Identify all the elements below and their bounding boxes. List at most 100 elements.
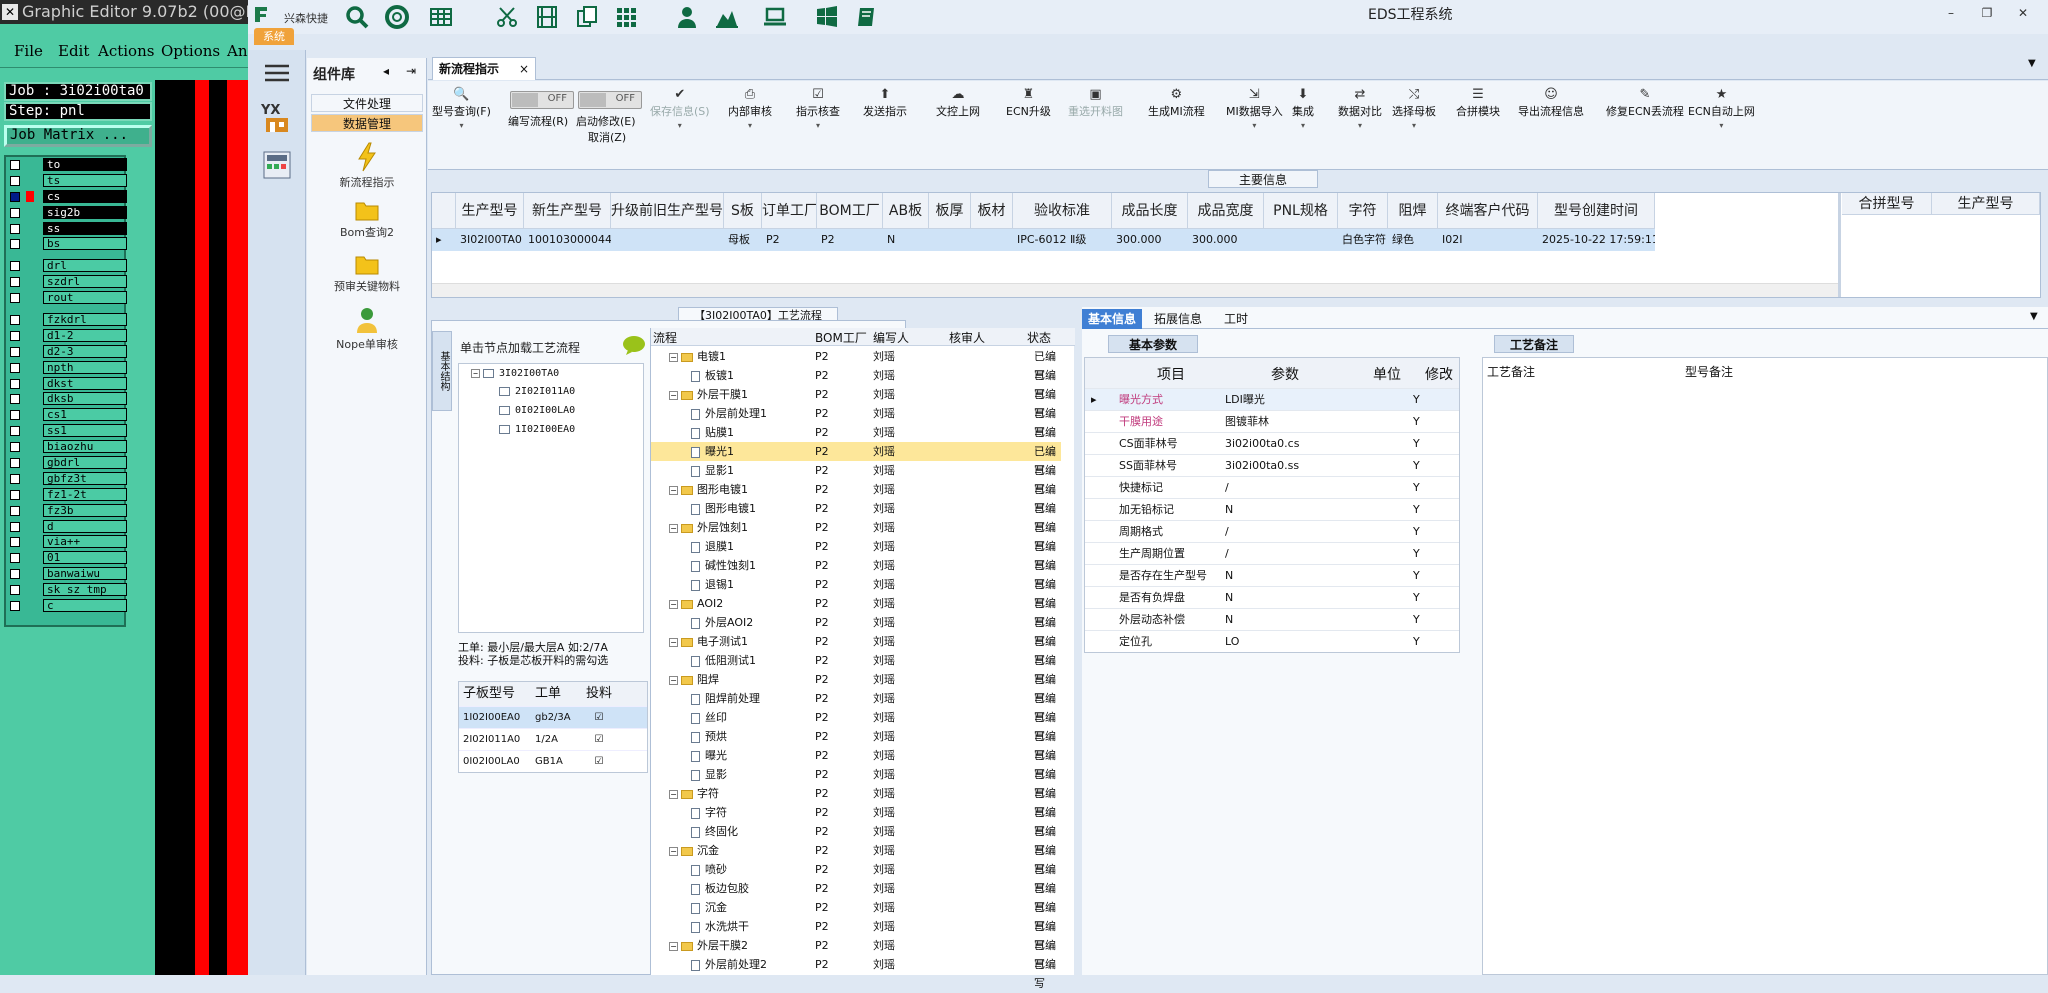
layer-name[interactable]: d (43, 519, 127, 533)
layer-checkbox[interactable] (10, 442, 20, 453)
layer-checkbox[interactable] (10, 426, 20, 437)
menu-analysis[interactable]: An (227, 42, 248, 60)
param-value[interactable]: 3i02i00ta0.cs (1225, 433, 1299, 455)
grid-cell[interactable]: 母板 (724, 229, 762, 251)
layer-checkbox[interactable] (10, 585, 20, 596)
layer-row[interactable]: via++ (6, 534, 127, 550)
menu-edit[interactable]: Edit (58, 42, 89, 60)
tab-data-management[interactable]: 数据管理 (311, 114, 423, 132)
column-header[interactable]: BOM工厂 (817, 193, 883, 229)
layer-name[interactable]: fz3b (43, 503, 127, 517)
tree-child[interactable]: 1I02I00EA0 (499, 424, 575, 435)
chevron-down-icon[interactable]: ▼ (2028, 58, 2036, 69)
yx-module-icon[interactable]: YX (260, 100, 294, 134)
job-matrix-button[interactable]: Job Matrix ... (4, 125, 152, 147)
flow-row[interactable]: − 图形电镀1 P2 刘瑶 已编写 (651, 480, 1061, 515)
grid-splitter[interactable] (1838, 193, 1841, 297)
column-header[interactable]: PNL规格 (1264, 193, 1338, 229)
layer-checkbox[interactable] (10, 553, 20, 564)
layer-name[interactable]: to (43, 158, 127, 171)
grid-cell[interactable]: 10010300004416 (524, 229, 611, 251)
param-row[interactable]: 定位孔 LO Y (1085, 630, 1459, 652)
layer-checkbox[interactable] (10, 315, 20, 326)
layer-name[interactable]: dksb (43, 392, 127, 406)
flow-row[interactable]: 曝光 P2 刘瑶 已编写 (651, 746, 1061, 781)
ribbon-button[interactable]: ⇄ 数据对比 ▾ (1338, 87, 1382, 130)
layer-row[interactable]: ts (6, 173, 127, 189)
layer-name[interactable]: d2-3 (43, 344, 127, 358)
layer-name[interactable]: ts (43, 173, 127, 187)
layer-name[interactable]: ss1 (43, 424, 127, 438)
layer-name[interactable]: szdrl (43, 275, 127, 289)
dropdown-arrow-icon[interactable]: ▾ (1292, 121, 1314, 130)
layer-checkbox[interactable] (10, 473, 20, 484)
layer-checkbox[interactable] (10, 160, 20, 170)
ribbon-button[interactable]: ⎙ 内部审核 ▾ (728, 87, 772, 130)
layer-name[interactable]: banwaiwu (43, 567, 127, 581)
column-header[interactable]: 订单工厂 (762, 193, 817, 229)
layer-checkbox[interactable] (10, 293, 20, 304)
layer-row[interactable]: fzkdrl (6, 312, 127, 328)
layer-checkbox[interactable] (10, 458, 20, 469)
param-value[interactable]: 图镀菲林 (1225, 411, 1269, 433)
layer-row[interactable]: dkst (6, 376, 127, 392)
menu-options[interactable]: Options (161, 42, 220, 60)
horizontal-scrollbar[interactable] (432, 283, 1840, 297)
menu-actions[interactable]: Actions (98, 42, 154, 60)
copy-icon[interactable] (574, 4, 600, 30)
layer-checkbox[interactable] (10, 223, 20, 234)
param-value[interactable]: N (1225, 609, 1233, 631)
flow-row[interactable]: 外层前处理1 P2 刘瑶 已编写 (651, 404, 1061, 439)
layer-name[interactable]: fz1-2t (43, 487, 127, 501)
flow-row[interactable]: 碱性蚀刻1 P2 刘瑶 已编写 (651, 556, 1061, 591)
grid-cell[interactable] (611, 229, 724, 251)
ribbon-button[interactable]: ⚙ 生成MI流程 (1148, 87, 1205, 119)
param-value[interactable]: LO (1225, 631, 1239, 653)
book-icon[interactable] (854, 4, 880, 30)
windows-icon[interactable] (814, 4, 840, 30)
grid-cell[interactable]: 300.000 (1188, 229, 1264, 251)
search-icon[interactable] (344, 4, 370, 30)
ribbon-button[interactable]: ♜ ECN升级 (1006, 87, 1051, 119)
menu-icon[interactable] (265, 64, 289, 82)
grid-cell[interactable]: 绿色 (1388, 229, 1438, 251)
ribbon-button[interactable]: ✔ 保存信息(S) ▾ (650, 87, 710, 130)
ribbon-button[interactable]: ⬆ 发送指示 (863, 87, 907, 119)
layer-row[interactable]: sig2b (6, 205, 127, 221)
layer-row[interactable]: ss (6, 221, 127, 237)
chevron-down-icon[interactable]: ▼ (2030, 311, 2038, 322)
collapse-toggle-icon[interactable]: − (669, 846, 678, 856)
ribbon-button[interactable]: ▣ 重选开料图 (1068, 87, 1123, 119)
system-tab[interactable]: 系统 (254, 28, 294, 45)
param-row[interactable]: ▸ 曝光方式 LDI曝光 Y (1085, 388, 1459, 410)
layer-row[interactable]: biaozhu (6, 439, 127, 455)
minimize-icon[interactable]: – (1940, 6, 1962, 24)
column-header[interactable]: 验收标准 (1013, 193, 1112, 229)
flow-row[interactable]: − 字符 P2 刘瑶 已编写 (651, 784, 1061, 819)
column-header[interactable]: 新生产型号 (524, 193, 611, 229)
grid-cell[interactable]: 2025-10-22 17:59:11 (1538, 229, 1655, 251)
close-icon[interactable]: ✕ (2012, 6, 2034, 24)
layer-checkbox[interactable] (10, 537, 20, 548)
doc-tab-new-flow[interactable]: 新流程指示 × (432, 57, 536, 80)
column-header[interactable]: 字符 (1338, 193, 1388, 229)
collapse-toggle-icon[interactable]: − (669, 941, 678, 951)
collapse-toggle-icon[interactable]: − (669, 485, 678, 495)
collapse-toggle-icon[interactable]: − (669, 352, 678, 362)
param-value[interactable]: N (1225, 565, 1233, 587)
row-selector-icon[interactable]: ▸ (432, 229, 456, 251)
layer-row[interactable]: c (6, 598, 127, 614)
flow-row[interactable]: 贴膜1P2刘瑶已编写 (651, 423, 1061, 458)
tab-extended-info[interactable]: 拓展信息 (1148, 309, 1208, 329)
collapse-toggle-icon[interactable]: − (669, 390, 678, 400)
collapse-toggle-icon[interactable]: − (669, 599, 678, 609)
flow-row[interactable]: 曝光1 P2 刘瑶 已编写 (651, 442, 1061, 477)
flow-row[interactable]: 板镀1 P2 刘瑶 已编写 (651, 366, 1061, 401)
flow-row[interactable]: 退锡1 P2 刘瑶 已编写 (651, 575, 1061, 610)
layer-row[interactable]: cs1 (6, 407, 127, 423)
layer-name[interactable]: sig2b (43, 205, 127, 219)
layer-row[interactable]: gbfz3t (6, 471, 127, 487)
layer-row[interactable]: 01 (6, 550, 127, 566)
column-header[interactable]: 生产型号 (456, 193, 524, 229)
pin-icon[interactable]: ⇥ (406, 64, 416, 78)
